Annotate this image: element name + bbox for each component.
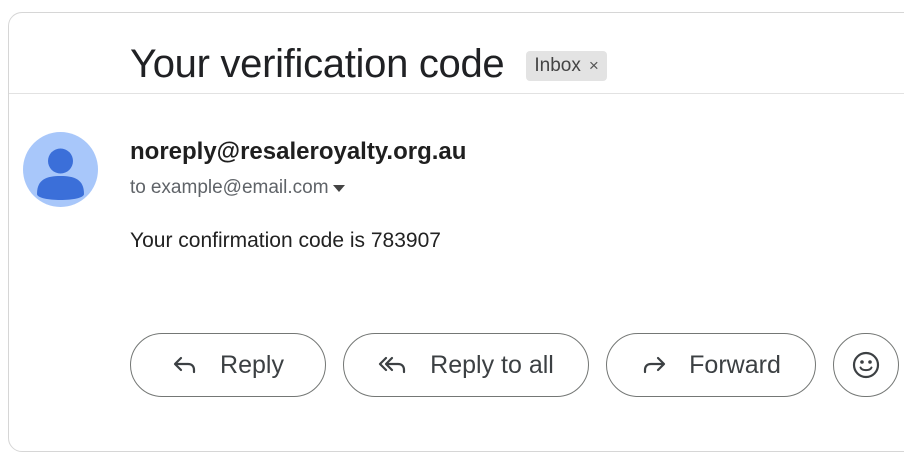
recipient-line: to example@email.com bbox=[130, 177, 345, 199]
reply-actions: Reply Reply to all Forward bbox=[130, 333, 899, 397]
reply-arrow-icon bbox=[172, 355, 198, 375]
reply-all-label: Reply to all bbox=[430, 350, 554, 379]
recipient-address: example@email.com bbox=[150, 177, 329, 198]
chevron-down-icon[interactable] bbox=[332, 184, 345, 192]
header-divider bbox=[9, 93, 904, 94]
reply-button[interactable]: Reply bbox=[130, 333, 326, 397]
emoji-reaction-button[interactable] bbox=[833, 333, 899, 397]
recipient-prefix: to bbox=[130, 177, 146, 198]
smiley-icon bbox=[851, 350, 881, 380]
inbox-label-chip[interactable]: Inbox × bbox=[526, 51, 607, 81]
reply-all-button[interactable]: Reply to all bbox=[343, 333, 589, 397]
remove-label-icon[interactable]: × bbox=[589, 51, 599, 81]
email-subject: Your verification code bbox=[130, 42, 505, 86]
sender-avatar[interactable] bbox=[23, 132, 98, 207]
label-text: Inbox bbox=[534, 55, 581, 76]
person-icon bbox=[37, 148, 84, 200]
sender-address[interactable]: noreply@resaleroyalty.org.au bbox=[130, 138, 466, 166]
reply-all-arrow-icon bbox=[378, 355, 408, 375]
forward-label: Forward bbox=[689, 350, 781, 379]
forward-button[interactable]: Forward bbox=[606, 333, 816, 397]
forward-arrow-icon bbox=[641, 355, 667, 375]
email-body: Your confirmation code is 783907 bbox=[130, 229, 441, 252]
reply-label: Reply bbox=[220, 350, 284, 379]
subject-row: Your verification code Inbox × bbox=[130, 42, 607, 86]
